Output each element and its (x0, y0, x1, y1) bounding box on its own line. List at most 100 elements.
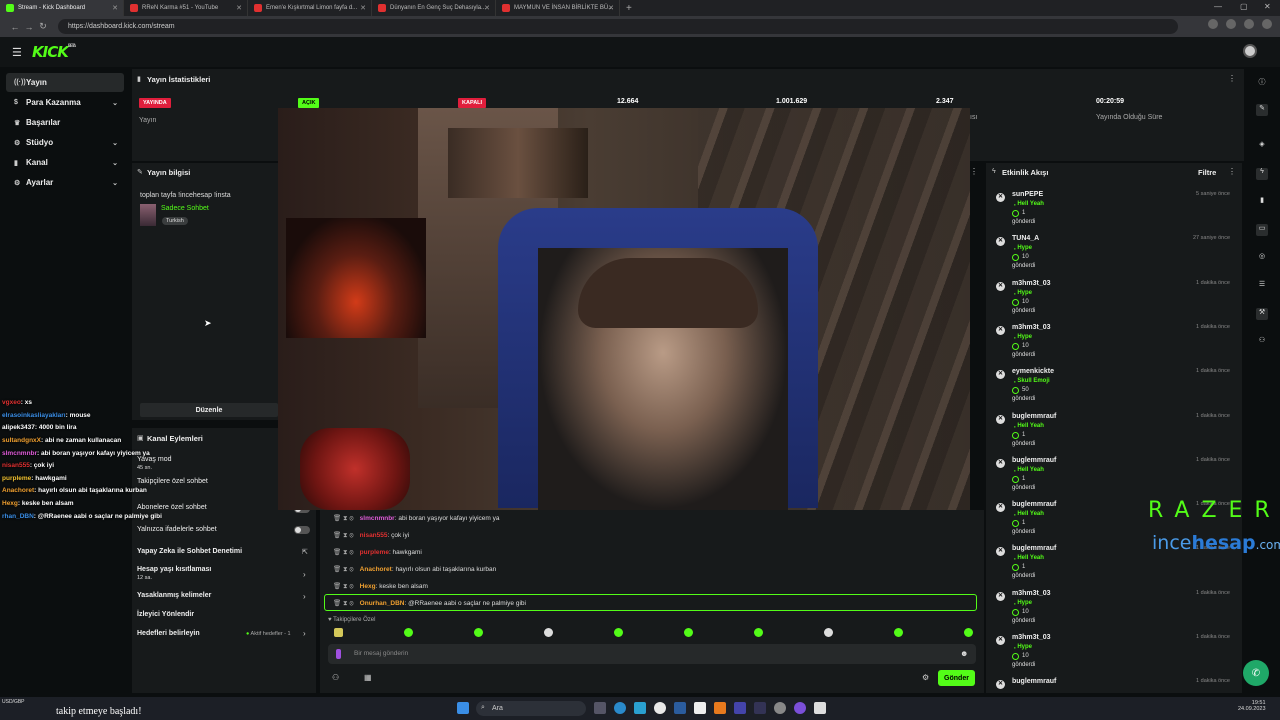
edit-icon[interactable]: ✎ (1256, 104, 1268, 116)
chat-username[interactable]: slmcnmnbr (360, 515, 395, 522)
app-icon[interactable] (714, 702, 726, 714)
browser-tab[interactable]: Dünyanın En Genç Suç Dehasıyla... ✕ (372, 0, 496, 16)
more-icon[interactable]: ⋮ (1228, 74, 1236, 83)
emote-icon[interactable] (894, 628, 903, 637)
minimize-icon[interactable]: — (1214, 2, 1222, 11)
edge-icon[interactable] (614, 702, 626, 714)
info-icon[interactable]: ⓘ (1256, 77, 1268, 89)
taskbar-search[interactable]: ⌕ Ara (476, 701, 586, 716)
menu-icon[interactable]: ☰ (12, 46, 22, 59)
chat-settings-icon[interactable]: ⚇ (332, 673, 339, 682)
send-button[interactable]: Gönder (938, 670, 975, 686)
avatar[interactable] (1243, 44, 1257, 58)
extension-icon[interactable] (1244, 19, 1254, 29)
shield-icon[interactable]: ◈ (1256, 140, 1268, 152)
windows-start-icon[interactable] (457, 702, 469, 714)
calendar-icon[interactable]: ▦ (364, 673, 372, 682)
video-icon[interactable]: ▮ (1256, 196, 1268, 208)
forward-icon[interactable]: → (22, 22, 36, 32)
feed-username[interactable]: m3hm3t_03 (1012, 590, 1051, 597)
emote-icon[interactable] (334, 628, 343, 637)
chevron-down-icon[interactable]: ⌄ (112, 159, 118, 167)
emote-icon[interactable] (754, 628, 763, 637)
close-window-icon[interactable]: ✕ (1264, 2, 1271, 11)
feed-username[interactable]: buglemmrauf (1012, 413, 1056, 420)
chat-username[interactable]: Hexg (360, 583, 376, 590)
reload-icon[interactable]: ↻ (36, 21, 50, 32)
chat-username[interactable]: nisan555 (360, 532, 388, 539)
telegram-icon[interactable] (634, 702, 646, 714)
browser-tab[interactable]: Stream - Kick Dashboard ✕ (0, 0, 124, 16)
sidebar-item-stüdyo[interactable]: ⚙ Stüdyo ⌄ (6, 133, 124, 152)
browser-tab[interactable]: MAYMUN VE İNSAN BİRLİKTE BÜ... ✕ (496, 0, 620, 16)
feed-username[interactable]: m3hm3t_03 (1012, 324, 1051, 331)
channel-action-item[interactable]: Yapay Zeka ile Sohbet Denetimi (137, 548, 242, 555)
external-link-icon[interactable]: ⇱ (302, 548, 308, 556)
browser-tab[interactable]: Emen'e Kışkırtmal Limon fayfa d... ✕ (248, 0, 372, 16)
app-icon[interactable] (674, 702, 686, 714)
channel-action-item[interactable]: Yalnızca ifadelerle sohbet (137, 526, 217, 533)
filter-button[interactable]: Filtre (1198, 168, 1216, 177)
layout-icon[interactable]: ☰ (1256, 280, 1268, 292)
chat-username[interactable]: purpleme (360, 549, 389, 556)
emote-icon[interactable] (614, 628, 623, 637)
emotes-only-toggle[interactable] (294, 526, 310, 534)
emote-icon[interactable] (684, 628, 693, 637)
emoji-icon[interactable]: ☻ (960, 649, 968, 658)
chat-icon[interactable]: ▭ (1256, 224, 1268, 236)
app-icon[interactable] (734, 702, 746, 714)
channel-action-item[interactable]: Yavaş mod (137, 456, 172, 463)
chevron-down-icon[interactable]: ⌄ (112, 99, 118, 107)
category-link[interactable]: Sadece Sohbet (161, 205, 209, 212)
chat-username[interactable]: Anachoret (360, 566, 392, 573)
app-icon[interactable] (694, 702, 706, 714)
users-icon[interactable]: ⚇ (1256, 336, 1268, 348)
chrome-icon[interactable] (654, 702, 666, 714)
profile-icon[interactable] (1262, 19, 1272, 29)
emote-icon[interactable] (404, 628, 413, 637)
tab-close-icon[interactable]: ✕ (608, 4, 614, 12)
sidebar-item-kanal[interactable]: ▮ Kanal ⌄ (6, 153, 124, 172)
feed-username[interactable]: buglemmrauf (1012, 678, 1056, 685)
moderation-icons[interactable]: 🗑 ⧗ ⊗ (333, 532, 354, 539)
chevron-down-icon[interactable]: ⌄ (112, 179, 118, 187)
moderation-icons[interactable]: 🗑 ⧗ ⊗ (333, 583, 354, 590)
emote-icon[interactable] (544, 628, 553, 637)
feed-username[interactable]: sunPEPE (1012, 191, 1043, 198)
moderation-icons[interactable]: 🗑 ⧗ ⊗ (333, 566, 354, 573)
channel-action-item[interactable]: Hedefleri belirleyin (137, 630, 200, 637)
feed-username[interactable]: buglemmrauf (1012, 545, 1056, 552)
sidebar-item-başarılar[interactable]: ♛ Başarılar (6, 113, 124, 132)
app-icon[interactable] (754, 702, 766, 714)
app-icon[interactable] (814, 702, 826, 714)
back-icon[interactable]: ← (8, 22, 22, 32)
broadcast-icon[interactable]: ◎ (1256, 252, 1268, 264)
channel-action-item[interactable]: Yasaklanmış kelimeler (137, 592, 211, 599)
new-tab-button[interactable]: + (626, 3, 632, 14)
emote-icon[interactable] (474, 628, 483, 637)
kick-logo[interactable]: KICKBETA (32, 43, 76, 61)
channel-action-item[interactable]: İzleyici Yönlendir (137, 611, 194, 618)
feed-username[interactable]: TUN4_A (1012, 235, 1039, 242)
chevron-right-icon[interactable]: › (303, 570, 306, 579)
tab-close-icon[interactable]: ✕ (112, 4, 118, 12)
sidebar-item-ayarlar[interactable]: ⚙ Ayarlar ⌄ (6, 173, 124, 192)
channel-action-item[interactable]: Hesap yaşı kısıtlaması (137, 566, 211, 573)
chat-input[interactable]: Bir mesaj gönderin ☻ (328, 644, 976, 664)
maximize-icon[interactable]: ▢ (1240, 2, 1248, 11)
tab-close-icon[interactable]: ✕ (236, 4, 242, 12)
browser-tab[interactable]: RReN Karma #51 - YouTube ✕ (124, 0, 248, 16)
feed-username[interactable]: buglemmrauf (1012, 457, 1056, 464)
gear-icon[interactable]: ⚙ (922, 673, 929, 682)
more-icon[interactable]: ⋮ (1228, 167, 1236, 176)
sidebar-item-yayın[interactable]: ((·)) Yayın (6, 73, 124, 92)
tools-icon[interactable]: ⚒ (1256, 308, 1268, 320)
tab-close-icon[interactable]: ✕ (484, 4, 490, 12)
extension-icon[interactable] (1208, 19, 1218, 29)
more-icon[interactable]: ⋮ (970, 167, 978, 176)
tab-close-icon[interactable]: ✕ (360, 4, 366, 12)
emote-icon[interactable] (824, 628, 833, 637)
address-bar[interactable]: https://dashboard.kick.com/stream (58, 19, 1178, 34)
chevron-down-icon[interactable]: ⌄ (112, 139, 118, 147)
task-view-icon[interactable] (594, 702, 606, 714)
